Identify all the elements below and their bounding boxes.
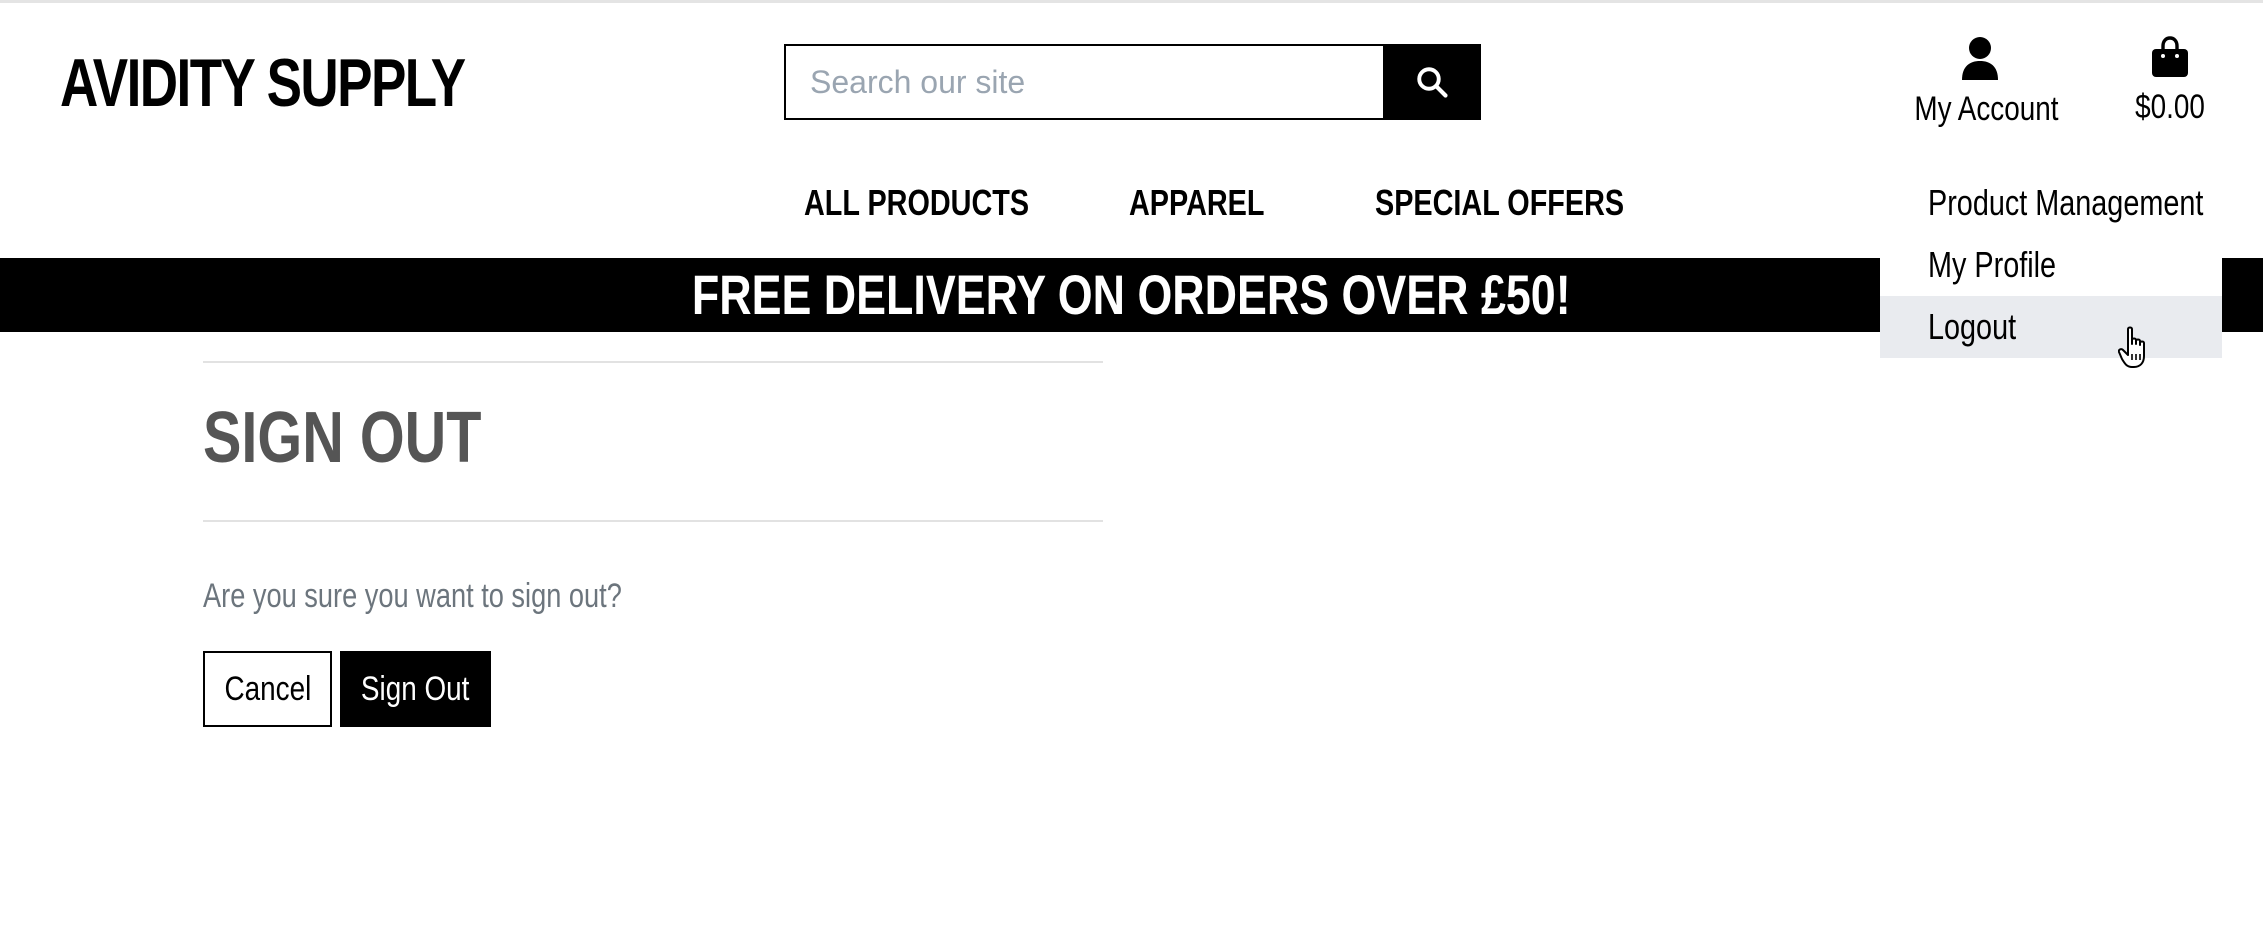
search-icon (1417, 67, 1448, 98)
user-icon (1962, 37, 1998, 80)
menu-item-label: Product Management (1928, 182, 2204, 223)
nav-all-products[interactable]: ALL PRODUCTS (804, 178, 1029, 228)
delivery-banner-text: FREE DELIVERY ON ORDERS OVER £50! (692, 263, 1571, 326)
menu-item-logout[interactable]: Logout (1880, 296, 2222, 358)
hand-pointer-icon (2118, 326, 2145, 368)
shopping-bag-icon (2152, 36, 2188, 77)
search-form (784, 44, 1481, 120)
nav-apparel[interactable]: APPAREL (1129, 178, 1264, 228)
my-account-button[interactable]: My Account (1900, 36, 2060, 129)
top-border (0, 0, 2263, 3)
menu-item-label: My Profile (1928, 244, 2057, 285)
my-account-label: My Account (1914, 90, 2059, 128)
title-divider-bottom (203, 520, 1103, 522)
menu-item-product-management[interactable]: Product Management (1880, 172, 2222, 234)
page-title: SIGN OUT (203, 398, 482, 478)
menu-item-label: Logout (1928, 306, 2017, 347)
search-input[interactable] (784, 44, 1383, 120)
title-divider-top (203, 361, 1103, 363)
sign-out-button[interactable]: Sign Out (340, 651, 491, 727)
signout-question: Are you sure you want to sign out? (203, 577, 622, 615)
account-dropdown-menu: Product Management My Profile Logout (1880, 172, 2222, 358)
nav-special-offers[interactable]: SPECIAL OFFERS (1375, 178, 1624, 228)
sign-out-button-label: Sign Out (361, 669, 470, 708)
cart-total: $0.00 (2135, 88, 2205, 126)
cancel-button-label: Cancel (224, 669, 311, 708)
cart-button[interactable]: $0.00 (2120, 36, 2220, 127)
search-button[interactable] (1383, 44, 1481, 120)
menu-item-my-profile[interactable]: My Profile (1880, 234, 2222, 296)
site-logo[interactable]: AVIDITY SUPPLY (60, 38, 466, 128)
cancel-button[interactable]: Cancel (203, 651, 332, 727)
